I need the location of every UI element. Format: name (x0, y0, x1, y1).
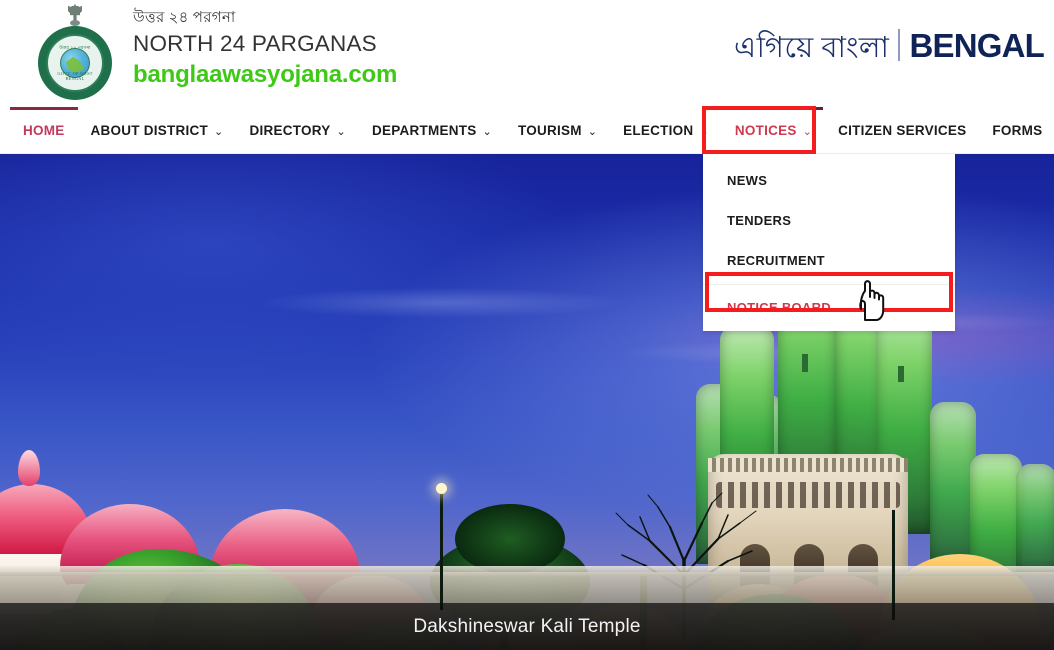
dropdown-label-recruitment: RECRUITMENT (727, 252, 825, 268)
notices-dropdown-menu: NEWS TENDERS RECRUITMENT NOTICE BOARD (703, 154, 955, 331)
nav-label-citizen-services: CITIZEN SERVICES (838, 123, 967, 138)
dropdown-label-notice-board: NOTICE BOARD (727, 299, 831, 315)
nav-item-election[interactable]: ELECTION ⌄ (610, 107, 722, 154)
chevron-down-icon: ⌄ (802, 126, 813, 138)
nav-label-home: HOME (23, 123, 65, 138)
seal-text-bottom: GOVT. OF WEST BENGAL (57, 71, 93, 81)
nav-label-election: ELECTION (623, 123, 694, 138)
site-url-text: banglaawasyojana.com (133, 61, 398, 88)
chevron-down-icon: ⌄ (699, 126, 709, 138)
chevron-down-icon: ⌄ (214, 126, 224, 138)
dropdown-item-news[interactable]: NEWS (703, 160, 955, 200)
nav-item-tourism[interactable]: TOURISM ⌄ (505, 107, 610, 154)
district-name-english: NORTH 24 PARGANAS (133, 31, 377, 56)
dropdown-item-notice-board[interactable]: NOTICE BOARD (703, 287, 955, 327)
seal-inner-ring: উত্তর ২৪ পরগনা GOVT. OF WEST BENGAL (46, 34, 104, 92)
nav-item-home[interactable]: HOME (10, 107, 78, 154)
seal-outer-ring: উত্তর ২৪ পরগনা GOVT. OF WEST BENGAL (38, 26, 112, 100)
brand-english-text: BENGAL (909, 27, 1044, 64)
nav-label-forms: FORMS (992, 123, 1043, 138)
nav-item-citizen-services[interactable]: CITIZEN SERVICES (825, 107, 979, 154)
brand-divider (898, 29, 901, 61)
nav-item-departments[interactable]: DEPARTMENTS ⌄ (359, 107, 505, 154)
dropdown-label-news: NEWS (727, 172, 768, 188)
district-emblem: উত্তর ২৪ পরগনা GOVT. OF WEST BENGAL (33, 4, 117, 102)
main-navigation: HOME ABOUT DISTRICT ⌄ DIRECTORY ⌄ DEPART… (0, 107, 1054, 154)
chevron-down-icon: ⌄ (336, 126, 346, 138)
brand-bengali-text: এগিয়ে বাংলা (734, 32, 890, 64)
chevron-down-icon: ⌄ (482, 126, 492, 138)
nav-label-notices: NOTICES (734, 123, 797, 138)
dropdown-label-tenders: TENDERS (727, 212, 792, 228)
dropdown-item-tenders[interactable]: TENDERS (703, 200, 955, 240)
nav-items-container: HOME ABOUT DISTRICT ⌄ DIRECTORY ⌄ DEPART… (0, 107, 1054, 154)
chevron-down-icon: ⌄ (587, 126, 598, 138)
nav-label-departments: DEPARTMENTS (371, 123, 477, 138)
dropdown-divider (703, 284, 955, 285)
nav-label-about-district: ABOUT DISTRICT (90, 123, 208, 138)
nav-label-directory: DIRECTORY (249, 123, 331, 138)
nav-item-forms[interactable]: FORMS (979, 107, 1054, 154)
nav-item-directory[interactable]: DIRECTORY ⌄ (236, 107, 358, 154)
nav-label-tourism: TOURISM (517, 123, 582, 138)
bengal-brand-logo: এগিয়ে বাংলা BENGAL (734, 25, 1045, 65)
site-title-block: উত্তর ২৪ পরগনা NORTH 24 PARGANAS banglaa… (133, 9, 397, 90)
hero-caption-bar: Dakshineswar Kali Temple (0, 603, 1054, 650)
dropdown-item-recruitment[interactable]: RECRUITMENT (703, 240, 955, 280)
nav-item-about-district[interactable]: ABOUT DISTRICT ⌄ (78, 107, 237, 154)
hero-caption-text: Dakshineswar Kali Temple (413, 615, 641, 637)
nav-item-notices[interactable]: NOTICES ⌄ (722, 107, 825, 154)
site-header: উত্তর ২৪ পরগনা GOVT. OF WEST BENGAL উত্ত… (0, 0, 1054, 107)
district-name-bengali: উত্তর ২৪ পরগনা (133, 10, 236, 26)
